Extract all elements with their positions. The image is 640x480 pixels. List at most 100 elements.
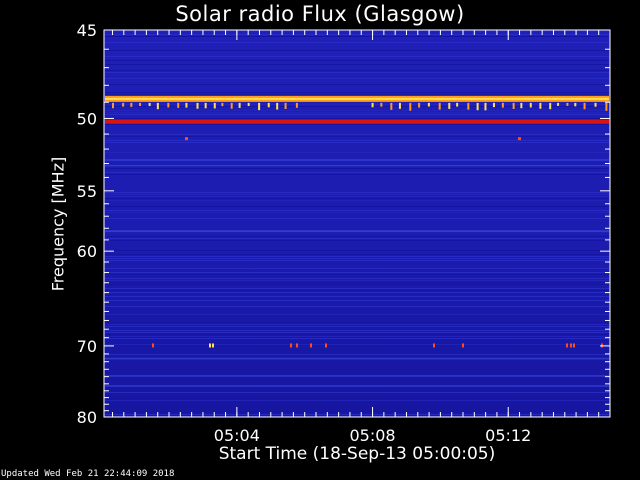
rfi-speckle bbox=[557, 102, 560, 106]
texture-stripe bbox=[105, 134, 609, 135]
rfi-speckle bbox=[529, 102, 532, 108]
rfi-speckle bbox=[605, 102, 608, 111]
texture-stripe bbox=[105, 238, 609, 239]
texture-stripe bbox=[105, 174, 609, 175]
rfi-speckle bbox=[462, 343, 464, 348]
rfi-speckle bbox=[501, 102, 504, 108]
rfi-speckle bbox=[398, 102, 401, 109]
texture-stripe bbox=[105, 64, 609, 65]
texture-stripe bbox=[105, 290, 609, 291]
texture-stripe bbox=[105, 196, 609, 197]
x-tick-label: 05:04 bbox=[214, 426, 260, 445]
texture-stripe bbox=[105, 110, 609, 111]
texture-stripe bbox=[105, 92, 609, 93]
y-tick-label: 55 bbox=[77, 182, 97, 201]
rfi-speckle bbox=[583, 102, 586, 110]
rfi-speckle bbox=[390, 102, 393, 110]
texture-stripe bbox=[105, 268, 609, 269]
texture-stripe bbox=[105, 106, 609, 107]
texture-stripe bbox=[105, 124, 609, 125]
rfi-speckle bbox=[295, 102, 298, 108]
texture-stripe bbox=[105, 78, 609, 79]
rfi-speckle bbox=[325, 343, 327, 348]
rfi-speckle bbox=[484, 102, 487, 111]
y-tick-label: 45 bbox=[77, 21, 97, 40]
texture-stripe bbox=[105, 280, 609, 281]
texture-stripe bbox=[105, 206, 609, 207]
rfi-speckle bbox=[433, 343, 435, 348]
rfi-speckle bbox=[594, 102, 597, 107]
texture-stripe bbox=[105, 400, 609, 401]
texture-stripe bbox=[105, 56, 609, 57]
texture-stripe bbox=[105, 114, 609, 115]
rfi-speckle bbox=[296, 343, 298, 348]
rfi-speckle bbox=[520, 102, 523, 109]
texture-stripe bbox=[105, 210, 609, 211]
texture-stripe bbox=[105, 392, 609, 393]
texture-stripe bbox=[105, 258, 609, 259]
texture-stripe bbox=[105, 322, 609, 323]
rfi-speckle bbox=[467, 102, 470, 110]
rfi-speckle bbox=[566, 102, 569, 106]
texture-stripe bbox=[105, 256, 609, 257]
texture-stripe bbox=[105, 118, 609, 119]
rfi-speckle bbox=[177, 102, 180, 108]
texture-stripe bbox=[105, 168, 609, 169]
bright-streak bbox=[105, 375, 609, 377]
texture-stripe bbox=[105, 330, 609, 331]
texture-stripe bbox=[105, 288, 609, 289]
y-tick-label: 70 bbox=[77, 337, 97, 356]
texture-stripe bbox=[105, 140, 609, 141]
rfi-speckle bbox=[238, 102, 241, 108]
interference-band-core bbox=[105, 97, 609, 100]
texture-stripe bbox=[105, 240, 609, 241]
texture-stripe bbox=[105, 284, 609, 285]
rfi-speckle bbox=[148, 102, 151, 107]
texture-stripe bbox=[105, 332, 609, 333]
rfi-speckle bbox=[456, 102, 459, 107]
texture-stripe bbox=[105, 292, 609, 293]
texture-stripe bbox=[105, 84, 609, 85]
texture-stripe bbox=[105, 172, 609, 173]
x-tick-label: 05:08 bbox=[349, 426, 395, 445]
rfi-speckle bbox=[549, 102, 552, 110]
texture-stripe bbox=[105, 274, 609, 275]
rfi-speckle bbox=[427, 102, 430, 107]
texture-stripe bbox=[105, 212, 609, 213]
texture-stripe bbox=[105, 324, 609, 325]
texture-stripe bbox=[105, 42, 609, 43]
texture-stripe bbox=[105, 218, 609, 219]
rfi-speckle bbox=[139, 102, 142, 106]
texture-stripe bbox=[105, 314, 609, 315]
rfi-speckle bbox=[156, 102, 159, 110]
rfi-speckle bbox=[204, 102, 207, 109]
texture-stripe bbox=[105, 142, 609, 143]
rfi-speckle bbox=[185, 137, 188, 141]
texture-stripe bbox=[105, 50, 609, 51]
y-tick-label: 60 bbox=[77, 242, 97, 261]
rfi-speckle bbox=[221, 102, 224, 107]
spectrogram-chart: 45 50 55 60 70 80 05:04 05:08 05:12 bbox=[77, 21, 611, 445]
texture-stripe bbox=[105, 194, 609, 195]
rfi-speckle bbox=[267, 102, 270, 108]
rfi-speckle bbox=[448, 102, 451, 109]
texture-stripe bbox=[105, 334, 609, 335]
rfi-speckle bbox=[512, 102, 515, 109]
rfi-speckle bbox=[539, 102, 542, 109]
rfi-speckle bbox=[476, 102, 479, 111]
texture-stripe bbox=[105, 36, 609, 37]
interference-band-medium bbox=[105, 119, 609, 124]
texture-stripe bbox=[105, 104, 609, 105]
rfi-speckle bbox=[196, 102, 199, 109]
rfi-speckle bbox=[152, 343, 154, 348]
rfi-speckle bbox=[566, 343, 568, 348]
rfi-speckle bbox=[310, 343, 312, 348]
rfi-speckle bbox=[185, 102, 188, 108]
texture-stripe bbox=[105, 94, 609, 95]
rfi-speckle bbox=[209, 343, 211, 348]
rfi-speckle bbox=[574, 102, 577, 107]
bright-streak bbox=[105, 385, 609, 387]
rfi-speckle bbox=[258, 102, 261, 111]
texture-stripe bbox=[105, 354, 609, 355]
rfi-speckle bbox=[371, 102, 374, 108]
